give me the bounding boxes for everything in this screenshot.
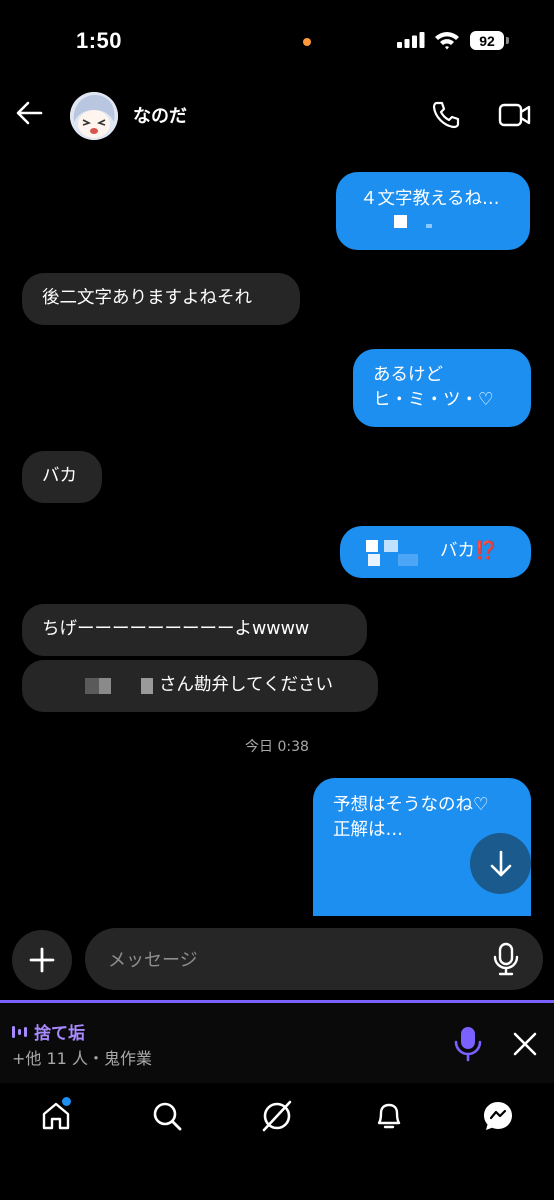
timestamp: 今日 0:38	[245, 739, 309, 755]
call-microphone-icon[interactable]	[453, 1026, 483, 1062]
message-text: さん勘弁してください	[159, 675, 333, 695]
privacy-indicator-dot	[303, 38, 311, 46]
censor-mosaic	[394, 215, 407, 228]
status-time: 1:50	[76, 28, 123, 53]
sent-message[interactable]: バカ⁉️	[340, 526, 531, 578]
explore-icon[interactable]	[261, 1100, 293, 1132]
message-text: ヒ・ミ・ツ・♡	[373, 390, 494, 410]
message-text: 正解は…	[333, 820, 403, 840]
message-text: あるけど	[373, 365, 443, 385]
battery-indicator: 92	[470, 31, 504, 50]
message-input-placeholder: メッセージ	[108, 950, 198, 971]
add-attachment-button[interactable]	[12, 930, 72, 990]
messages-icon[interactable]	[482, 1100, 514, 1132]
sent-message[interactable]: ４文字教えるね…	[336, 172, 530, 250]
message-text: バカ⁉️	[440, 541, 497, 561]
arrow-down-icon	[490, 850, 511, 876]
cellular-signal-icon	[397, 32, 425, 48]
notification-dot	[62, 1097, 71, 1106]
message-text: ちげーーーーーーーーーよwwww	[42, 619, 310, 639]
avatar[interactable]	[70, 92, 118, 140]
close-icon[interactable]	[512, 1031, 538, 1057]
audio-wave-icon	[12, 1025, 27, 1038]
wifi-icon	[435, 32, 459, 50]
call-title[interactable]: 捨て垢	[12, 1019, 85, 1044]
phone-icon[interactable]	[430, 99, 462, 131]
censor-mosaic	[141, 678, 153, 694]
back-arrow-icon[interactable]	[14, 98, 44, 128]
censor-mosaic	[384, 540, 398, 552]
message-text: 後二文字ありますよねそれ	[42, 288, 252, 308]
censor-mosaic	[85, 678, 99, 694]
battery-tip	[506, 37, 509, 44]
bell-icon[interactable]	[373, 1100, 405, 1132]
censor-mosaic	[398, 554, 418, 566]
video-camera-icon[interactable]	[498, 100, 532, 130]
call-title-text: 捨て垢	[34, 1024, 85, 1044]
censor-mosaic	[426, 224, 432, 228]
received-message[interactable]: ちげーーーーーーーーーよwwww	[22, 604, 367, 656]
avatar-image	[70, 92, 118, 140]
sent-message[interactable]: あるけど ヒ・ミ・ツ・♡	[353, 349, 531, 427]
search-icon[interactable]	[151, 1100, 183, 1132]
message-text: 予想はそうなのね♡	[333, 795, 489, 815]
received-message[interactable]: さん勘弁してください	[22, 660, 378, 712]
censor-mosaic	[366, 540, 378, 552]
message-text: バカ	[42, 466, 77, 486]
received-message[interactable]: 後二文字ありますよねそれ	[22, 273, 300, 325]
plus-icon	[29, 947, 55, 973]
message-text: ４文字教えるね…	[360, 189, 500, 209]
microphone-icon[interactable]	[492, 942, 520, 976]
received-message[interactable]: バカ	[22, 451, 102, 503]
censor-mosaic	[99, 678, 111, 694]
contact-name[interactable]: なのだ	[133, 102, 187, 128]
scroll-to-bottom-button[interactable]	[470, 833, 531, 894]
call-participants: +他 11 人・鬼作業	[12, 1049, 152, 1068]
censor-mosaic	[368, 554, 380, 566]
